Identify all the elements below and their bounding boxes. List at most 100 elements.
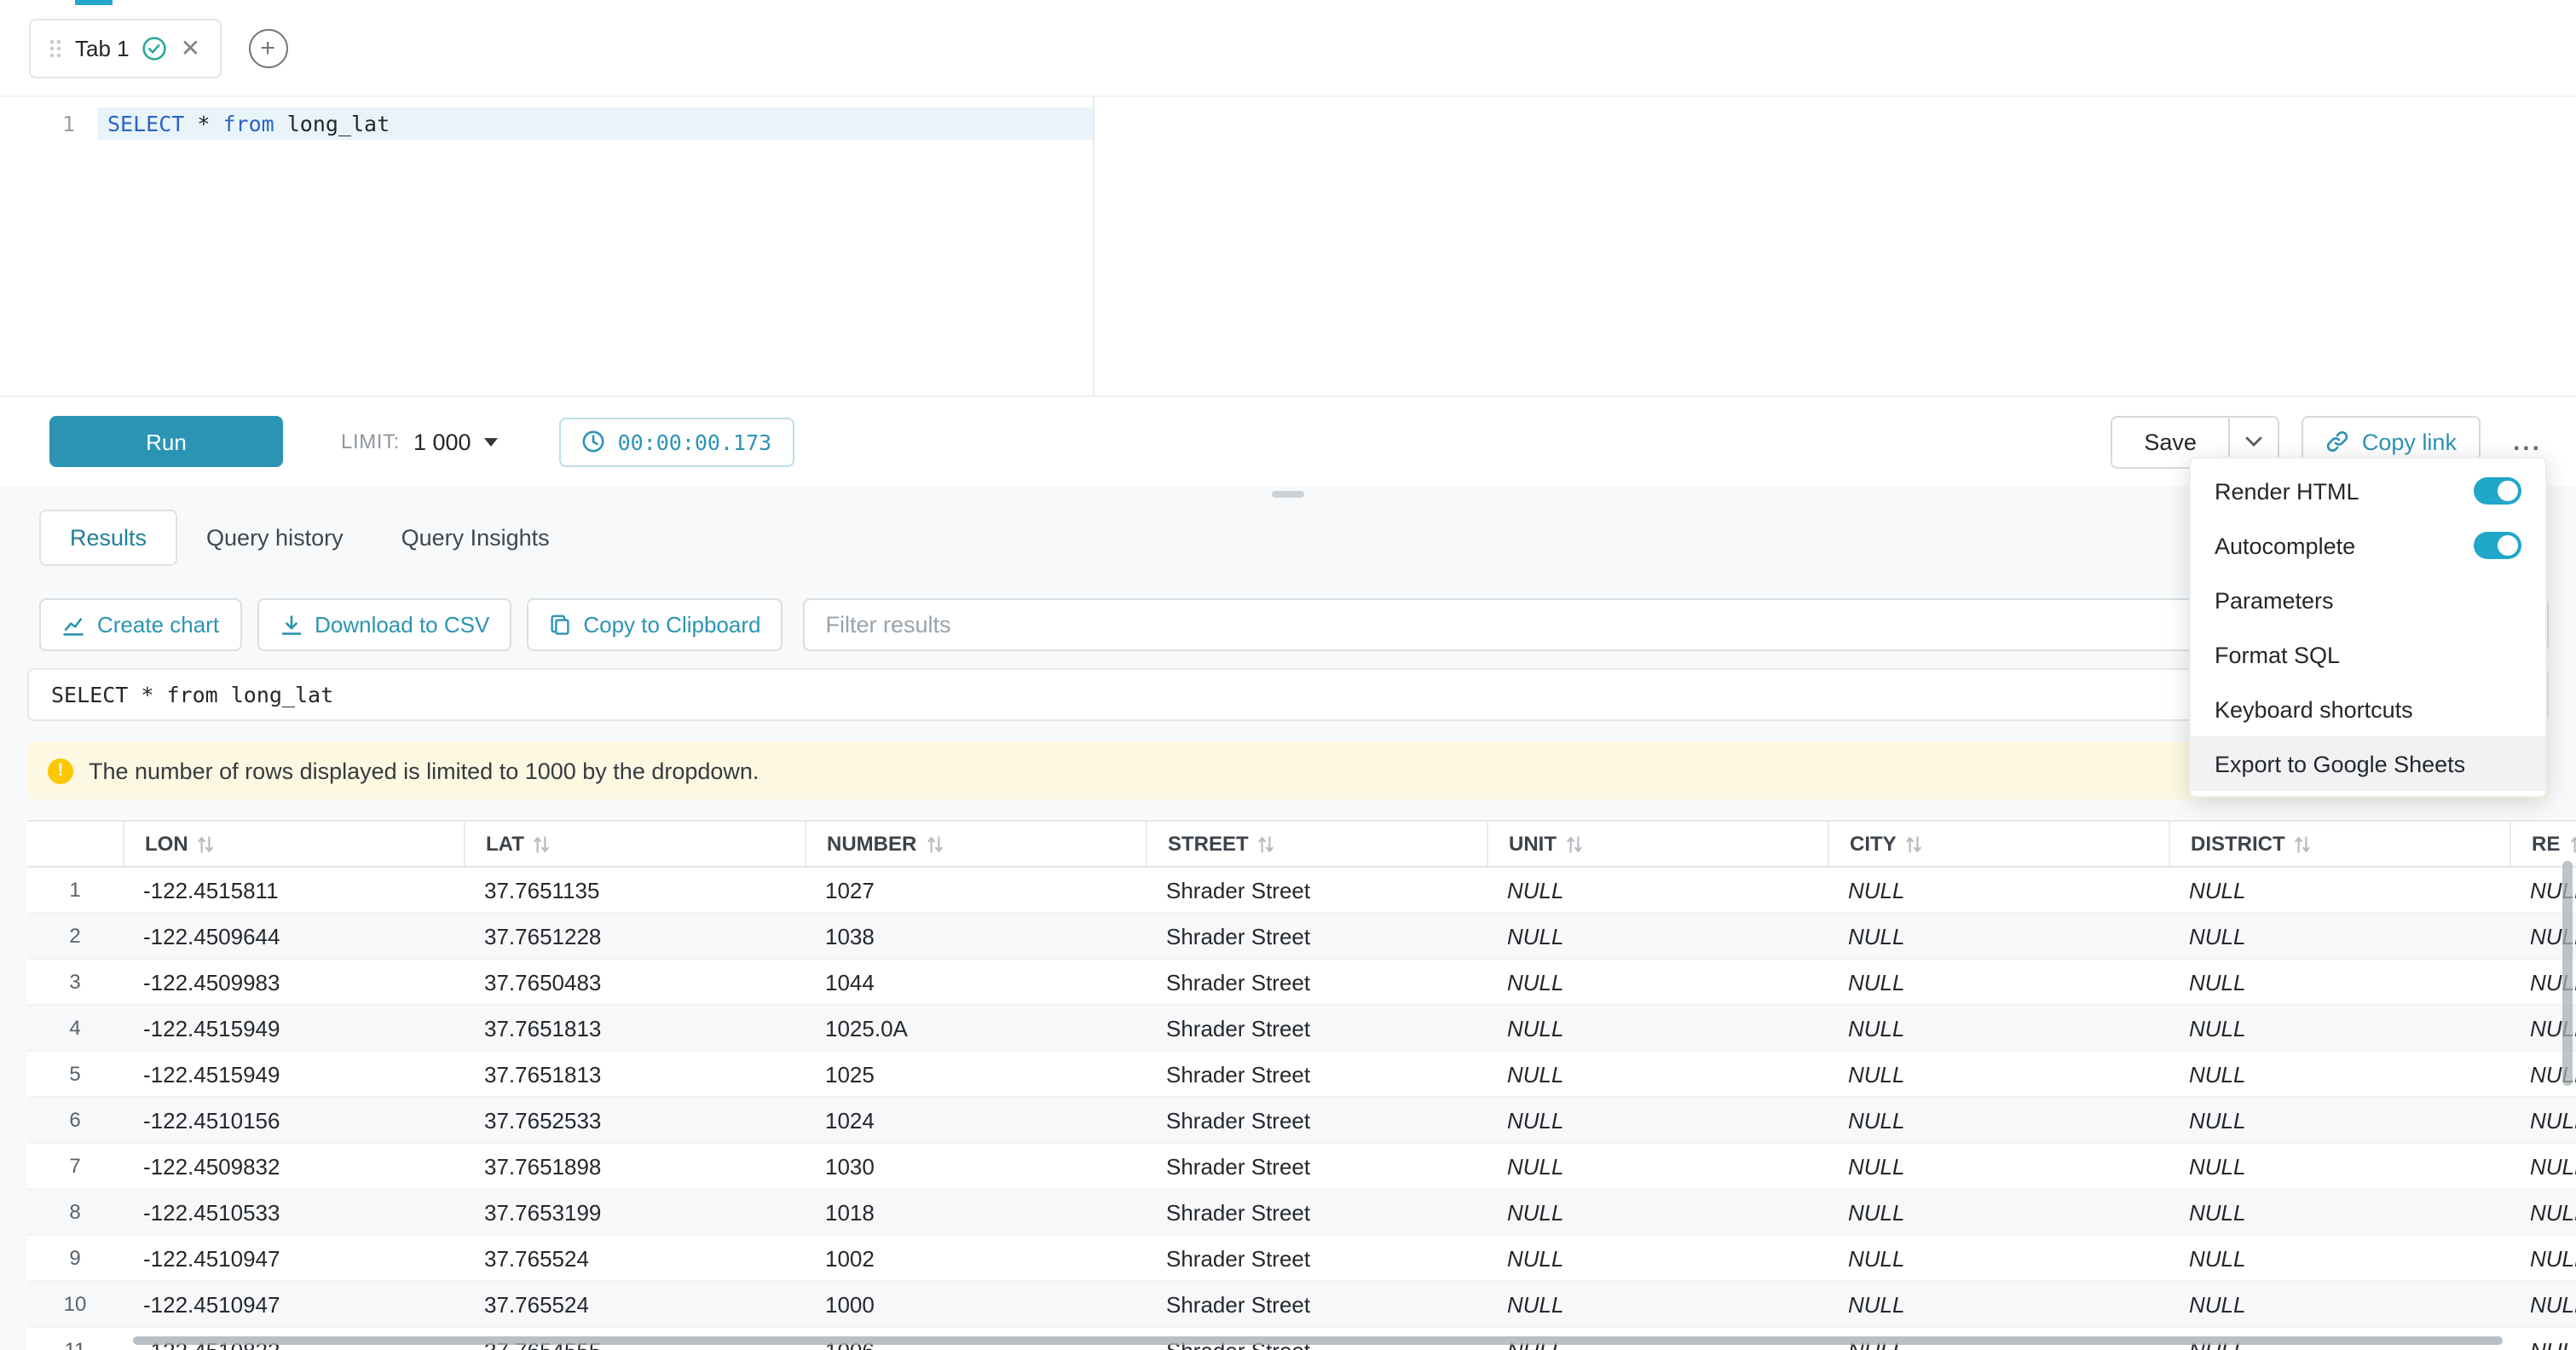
table-cell: NULL <box>2510 1153 2576 1179</box>
table-row: 8-122.451053337.76531991018Shrader Stree… <box>27 1190 2576 1236</box>
column-header-lat[interactable]: LAT <box>464 822 805 866</box>
add-tab-button[interactable]: + <box>248 28 287 67</box>
more-options-button[interactable]: ... <box>2506 427 2549 456</box>
menu-item-label: Render HTML <box>2215 478 2359 504</box>
table-cell: NULL <box>1487 1199 1828 1225</box>
pane-resize-handle[interactable] <box>1272 491 1304 498</box>
row-index-cell: 4 <box>27 1016 123 1040</box>
table-cell: 1025 <box>805 1061 1146 1087</box>
toggle-knob <box>2498 535 2518 556</box>
table-cell: NULL <box>1487 877 1828 903</box>
table-cell: NULL <box>1828 1107 2169 1133</box>
menu-item-autocomplete[interactable]: Autocomplete <box>2191 518 2545 573</box>
active-tab-indicator <box>75 0 113 5</box>
table-cell: -122.4509832 <box>123 1153 464 1179</box>
sort-icon[interactable] <box>2570 834 2576 853</box>
table-cell: -122.4515811 <box>123 877 464 903</box>
chart-icon <box>61 613 85 637</box>
table-cell: Shrader Street <box>1146 1107 1487 1133</box>
row-index-cell: 11 <box>27 1338 123 1350</box>
sort-icon[interactable] <box>1567 834 1582 853</box>
column-header-number[interactable]: NUMBER <box>805 822 1146 866</box>
menu-item-label: Parameters <box>2215 587 2334 613</box>
close-tab-icon[interactable]: ✕ <box>179 36 202 60</box>
tab-results[interactable]: Results <box>39 510 177 566</box>
table-cell: Shrader Street <box>1146 969 1487 995</box>
table-row: 3-122.450998337.76504831044Shrader Stree… <box>27 960 2576 1006</box>
table-cell: NULL <box>1487 1107 1828 1133</box>
limit-dropdown[interactable]: LIMIT: 1 000 <box>341 429 499 454</box>
horizontal-scrollbar[interactable] <box>133 1336 2503 1345</box>
table-cell: NULL <box>2169 923 2510 949</box>
tab-query-insights[interactable]: Query Insights <box>373 510 579 566</box>
sort-icon[interactable] <box>199 834 214 853</box>
sql-keyword: from <box>222 111 274 136</box>
copy-link-label: Copy link <box>2362 429 2457 454</box>
elapsed-time: 00:00:00.173 <box>618 429 772 454</box>
row-index-cell: 7 <box>27 1154 123 1178</box>
table-cell: 1024 <box>805 1107 1146 1133</box>
menu-item-render-html[interactable]: Render HTML <box>2191 464 2545 518</box>
column-header-city[interactable]: CITY <box>1828 822 2169 866</box>
table-cell: 37.7650483 <box>464 969 805 995</box>
column-label: CITY <box>1850 832 1897 856</box>
table-cell: Shrader Street <box>1146 1199 1487 1225</box>
column-label: STREET <box>1168 832 1249 856</box>
table-cell: 37.765524 <box>464 1291 805 1317</box>
column-label: NUMBER <box>827 832 916 856</box>
table-cell: -122.4509983 <box>123 969 464 995</box>
query-tab[interactable]: Tab 1 ✕ <box>29 18 221 78</box>
row-index-cell: 2 <box>27 924 123 948</box>
warning-text: The number of rows displayed is limited … <box>89 758 759 783</box>
query-tab-bar: Tab 1 ✕ + <box>0 0 2576 97</box>
sort-icon[interactable] <box>534 834 550 853</box>
vertical-scrollbar[interactable] <box>2562 861 2573 1086</box>
table-cell: 1038 <box>805 923 1146 949</box>
table-cell: 1018 <box>805 1199 1146 1225</box>
column-header-district[interactable]: DISTRICT <box>2169 822 2510 866</box>
row-index-cell: 6 <box>27 1108 123 1132</box>
menu-item-format-sql[interactable]: Format SQL <box>2191 627 2545 682</box>
toggle-switch[interactable] <box>2474 532 2521 559</box>
editor-code-line[interactable]: SELECT * from long_lat <box>107 107 390 140</box>
table-cell: Shrader Street <box>1146 923 1487 949</box>
table-cell: 37.7651228 <box>464 923 805 949</box>
column-header-unit[interactable]: UNIT <box>1487 822 1828 866</box>
query-saved-check-icon <box>142 35 167 61</box>
menu-item-keyboard-shortcuts[interactable]: Keyboard shortcuts <box>2191 682 2545 736</box>
limit-value: 1 000 <box>413 429 471 454</box>
row-index-cell: 1 <box>27 878 123 902</box>
sort-icon[interactable] <box>2296 834 2311 853</box>
table-cell: Shrader Street <box>1146 1245 1487 1271</box>
toggle-switch[interactable] <box>2474 477 2521 505</box>
copy-clipboard-button[interactable]: Copy to Clipboard <box>527 598 783 651</box>
sort-icon <box>927 834 942 853</box>
sort-icon[interactable] <box>927 834 942 853</box>
create-chart-button[interactable]: Create chart <box>39 598 241 651</box>
download-csv-button[interactable]: Download to CSV <box>257 598 511 651</box>
warning-icon: ! <box>48 758 73 783</box>
run-button[interactable]: Run <box>49 416 283 467</box>
sort-icon <box>2570 834 2576 853</box>
table-cell: 37.765524 <box>464 1245 805 1271</box>
sort-icon[interactable] <box>1259 834 1274 853</box>
sort-icon[interactable] <box>1907 834 1922 853</box>
column-header-street[interactable]: STREET <box>1146 822 1487 866</box>
table-cell: -122.4510947 <box>123 1291 464 1317</box>
table-cell: Shrader Street <box>1146 1015 1487 1041</box>
menu-item-parameters[interactable]: Parameters <box>2191 573 2545 627</box>
table-cell: NULL <box>1487 1015 1828 1041</box>
tab-query-history[interactable]: Query history <box>177 510 373 566</box>
sql-editor[interactable]: 1 SELECT * from long_lat <box>0 97 2576 397</box>
executed-query-preview: SELECT * from long_lat <box>27 668 2549 721</box>
table-cell: Shrader Street <box>1146 1291 1487 1317</box>
menu-item-export-to-google-sheets[interactable]: Export to Google Sheets <box>2191 736 2545 791</box>
column-label: UNIT <box>1509 832 1557 856</box>
column-header-re[interactable]: RE <box>2510 822 2576 866</box>
table-cell: -122.4510156 <box>123 1107 464 1133</box>
table-cell: NULL <box>2510 1245 2576 1271</box>
table-cell: -122.4509644 <box>123 923 464 949</box>
column-header-lon[interactable]: LON <box>123 822 464 866</box>
row-index-cell: 8 <box>27 1200 123 1224</box>
table-cell: NULL <box>1487 969 1828 995</box>
